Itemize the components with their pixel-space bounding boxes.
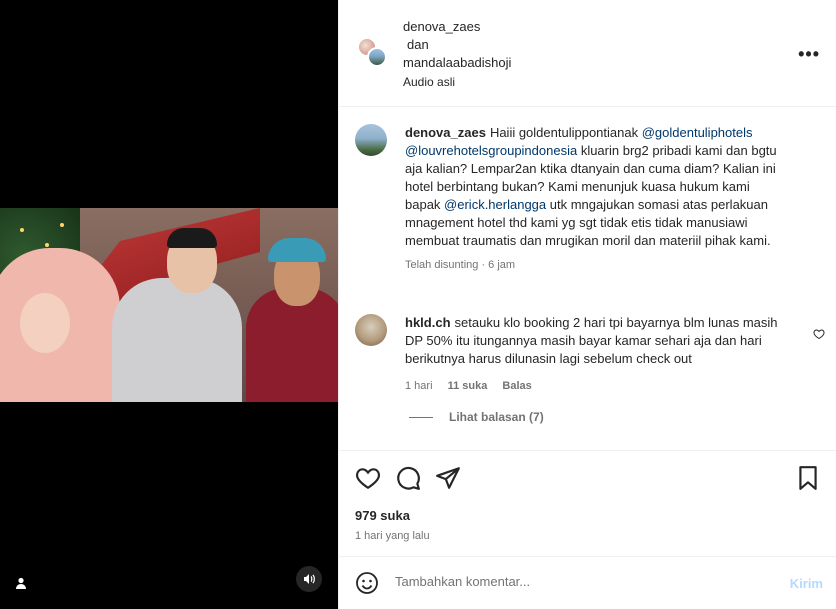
comment-like-heart-icon[interactable] — [813, 328, 825, 340]
video-frame[interactable] — [0, 208, 338, 402]
sound-icon[interactable] — [296, 566, 322, 592]
comment-composer: Kirim — [339, 556, 836, 609]
caption-username[interactable]: denova_zaes — [405, 125, 486, 140]
avatar-user2[interactable] — [367, 47, 387, 67]
caption-mention-link[interactable]: @goldentuliphotels — [642, 125, 753, 140]
view-replies-button[interactable]: Lihat balasan (7) — [409, 410, 544, 424]
header-connector: dan — [407, 37, 429, 52]
caption-text: denova_zaes Haiii goldentulippontianak @g… — [405, 124, 785, 250]
header-username-2[interactable]: mandalaabadishoji — [403, 54, 511, 72]
caption-mention-link[interactable]: @louvrehotelsgroupindonesia — [405, 143, 577, 158]
comments-section: denova_zaes Haiii goldentulippontianak @g… — [339, 107, 836, 450]
comment-avatar[interactable] — [355, 314, 387, 346]
instagram-post-view: denova_zaes dan mandalaabadishoji Audio … — [0, 0, 836, 609]
header-username-1[interactable]: denova_zaes — [403, 18, 511, 36]
like-heart-icon[interactable] — [355, 465, 381, 491]
person-center — [112, 228, 242, 402]
caption-mention-link[interactable]: @erick.herlangga — [444, 197, 546, 212]
person-left — [0, 248, 120, 402]
post-header: denova_zaes dan mandalaabadishoji Audio … — [339, 0, 836, 107]
bookmark-icon[interactable] — [795, 465, 821, 491]
media-panel — [0, 0, 338, 609]
caption-text-segment: Haiii goldentulippontianak — [489, 125, 642, 140]
comment-text: hkld.ch setauku klo booking 2 hari tpi ba… — [405, 315, 778, 366]
post-time[interactable]: 1 hari yang lalu — [355, 530, 430, 542]
comment-time: 1 hari — [405, 380, 433, 392]
comment-username[interactable]: hkld.ch — [405, 315, 451, 330]
audio-label[interactable]: Audio asli — [403, 73, 511, 91]
emoji-icon[interactable] — [355, 571, 379, 595]
post-details-panel: denova_zaes dan mandalaabadishoji Audio … — [338, 0, 836, 609]
send-button[interactable]: Kirim — [790, 576, 823, 591]
caption-avatar[interactable] — [355, 124, 387, 156]
tagged-user-icon[interactable] — [12, 574, 30, 592]
caption-edited: Telah disunting · 6 jam — [405, 259, 516, 271]
person-right — [246, 238, 338, 402]
comment-likes[interactable]: 11 suka — [448, 380, 488, 392]
comment-bubble-icon[interactable] — [395, 465, 421, 491]
share-paper-plane-icon[interactable] — [435, 465, 461, 491]
comment-reply-button[interactable]: Balas — [502, 380, 531, 392]
likes-count[interactable]: 979 suka — [355, 508, 410, 523]
comment-input[interactable] — [395, 574, 755, 589]
more-options-icon[interactable]: ••• — [798, 44, 820, 65]
post-actions: 979 suka 1 hari yang lalu — [339, 450, 836, 556]
